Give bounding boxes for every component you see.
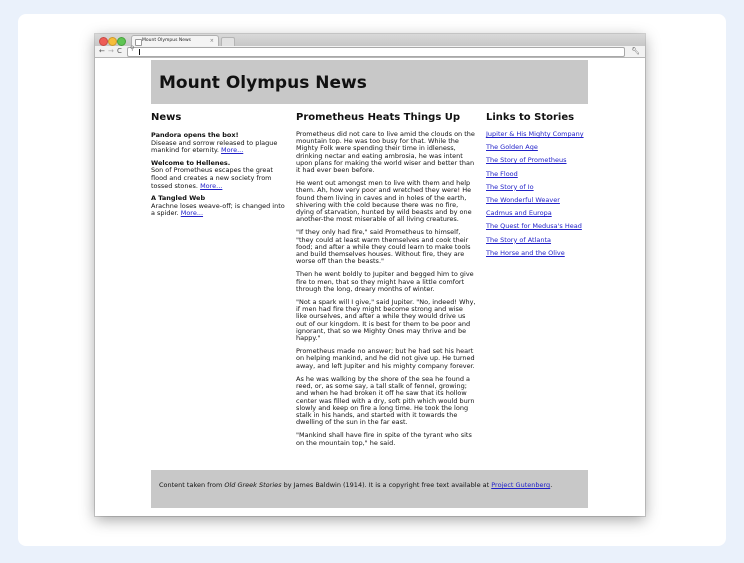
tab-bar: Mount Olympus News × bbox=[95, 34, 645, 46]
news-item: Pandora opens the box! Disease and sorro… bbox=[151, 131, 289, 155]
zoom-window-button[interactable] bbox=[117, 37, 126, 46]
minimize-window-button[interactable] bbox=[108, 37, 117, 46]
links-heading: Links to Stories bbox=[486, 112, 575, 123]
article-paragraph: Then he went boldly to Jupiter and begge… bbox=[296, 270, 474, 293]
address-bar[interactable]: ⚲ bbox=[127, 45, 625, 57]
article-paragraph: Prometheus did not care to live amid the… bbox=[296, 130, 475, 175]
news-item-body: Disease and sorrow released to plague ma… bbox=[151, 138, 278, 155]
gutenberg-link[interactable]: Project Gutenberg bbox=[491, 481, 550, 489]
article-paragraph: Prometheus made no answer; but he had se… bbox=[296, 347, 475, 370]
news-item: Welcome to Hellenes. Son of Prometheus e… bbox=[151, 159, 289, 190]
list-item: The Story of Io bbox=[486, 183, 591, 191]
page-icon bbox=[135, 39, 142, 46]
story-link[interactable]: The Flood bbox=[486, 170, 518, 178]
list-item: The Flood bbox=[486, 170, 591, 178]
browser-window: Mount Olympus News × ← → C ⚲ 🔧︎ Mount Ol… bbox=[95, 34, 645, 516]
new-tab-button[interactable] bbox=[221, 37, 235, 46]
story-link[interactable]: The Golden Age bbox=[486, 143, 538, 151]
tab-title: Mount Olympus News bbox=[142, 38, 192, 43]
story-link[interactable]: The Story of Atlanta bbox=[486, 236, 551, 244]
article-paragraph: As he was walking by the shore of the se… bbox=[296, 374, 475, 427]
article-heading: Prometheus Heats Things Up bbox=[296, 112, 461, 123]
text-cursor bbox=[139, 49, 140, 55]
footer-suffix: . bbox=[550, 481, 553, 489]
wrench-icon[interactable]: 🔧︎ bbox=[631, 46, 640, 57]
article-paragraph: He went out amongst men to live with the… bbox=[296, 179, 472, 224]
news-heading: News bbox=[151, 112, 182, 123]
close-window-button[interactable] bbox=[99, 37, 108, 46]
article-paragraph: "Not a spark will I give," said Jupiter.… bbox=[296, 298, 476, 343]
more-link[interactable]: More... bbox=[221, 146, 243, 154]
list-item: The Quest for Medusa's Head bbox=[486, 223, 591, 230]
links-column: Links to Stories Jupiter & His Mighty Co… bbox=[486, 112, 591, 263]
story-link[interactable]: The Quest for Medusa's Head bbox=[486, 222, 582, 230]
story-link[interactable]: Jupiter & His Mighty Company bbox=[486, 130, 584, 138]
list-item: The Golden Age bbox=[486, 144, 591, 151]
site-header: Mount Olympus News bbox=[151, 60, 588, 104]
forward-arrow-icon[interactable]: → bbox=[108, 46, 114, 57]
story-link[interactable]: The Story of Io bbox=[486, 183, 534, 191]
news-column: News Pandora opens the box! Disease and … bbox=[151, 112, 289, 218]
tab-close-icon[interactable]: × bbox=[210, 36, 214, 46]
story-link[interactable]: The Story of Prometheus bbox=[486, 156, 567, 164]
footer-middle: by James Baldwin (1914). It is a copyrig… bbox=[281, 481, 492, 489]
article-column: Prometheus Heats Things Up Prometheus di… bbox=[296, 112, 476, 447]
list-item: The Wonderful Weaver bbox=[486, 196, 591, 204]
footer-prefix: Content taken from bbox=[159, 481, 225, 489]
list-item: Cadmus and Europa bbox=[486, 210, 591, 217]
list-item: The Horse and the Olive bbox=[486, 249, 591, 257]
browser-toolbar: ← → C ⚲ 🔧︎ bbox=[95, 45, 645, 58]
story-link[interactable]: The Wonderful Weaver bbox=[486, 196, 560, 204]
list-item: Jupiter & His Mighty Company bbox=[486, 130, 591, 138]
story-links: Jupiter & His Mighty Company The Golden … bbox=[486, 130, 591, 257]
page-viewport: Mount Olympus News News Pandora opens th… bbox=[95, 58, 645, 516]
more-link[interactable]: More... bbox=[181, 209, 203, 218]
search-icon: ⚲ bbox=[130, 45, 135, 52]
footer-text: Content taken from Old Greek Stories by … bbox=[159, 481, 579, 490]
site-footer: Content taken from Old Greek Stories by … bbox=[151, 470, 588, 508]
site-title: Mount Olympus News bbox=[159, 73, 367, 93]
news-item: A Tangled Web Arachne loses weave-off; i… bbox=[151, 195, 289, 218]
list-item: The Story of Prometheus bbox=[486, 157, 591, 164]
story-link[interactable]: Cadmus and Europa bbox=[486, 209, 552, 217]
news-item-body: Arachne loses weave-off; is changed into… bbox=[151, 201, 285, 218]
back-arrow-icon[interactable]: ← bbox=[99, 46, 105, 57]
article-paragraph: "If they only had fire," said Prometheus… bbox=[296, 228, 471, 266]
reload-icon[interactable]: C bbox=[117, 46, 122, 57]
article-paragraph: "Mankind shall have fire in spite of the… bbox=[296, 431, 472, 447]
book-title: Old Greek Stories bbox=[224, 481, 282, 489]
list-item: The Story of Atlanta bbox=[486, 236, 591, 244]
browser-tab[interactable]: Mount Olympus News × bbox=[131, 35, 219, 46]
more-link[interactable]: More... bbox=[200, 182, 222, 190]
story-link[interactable]: The Horse and the Olive bbox=[486, 249, 565, 257]
